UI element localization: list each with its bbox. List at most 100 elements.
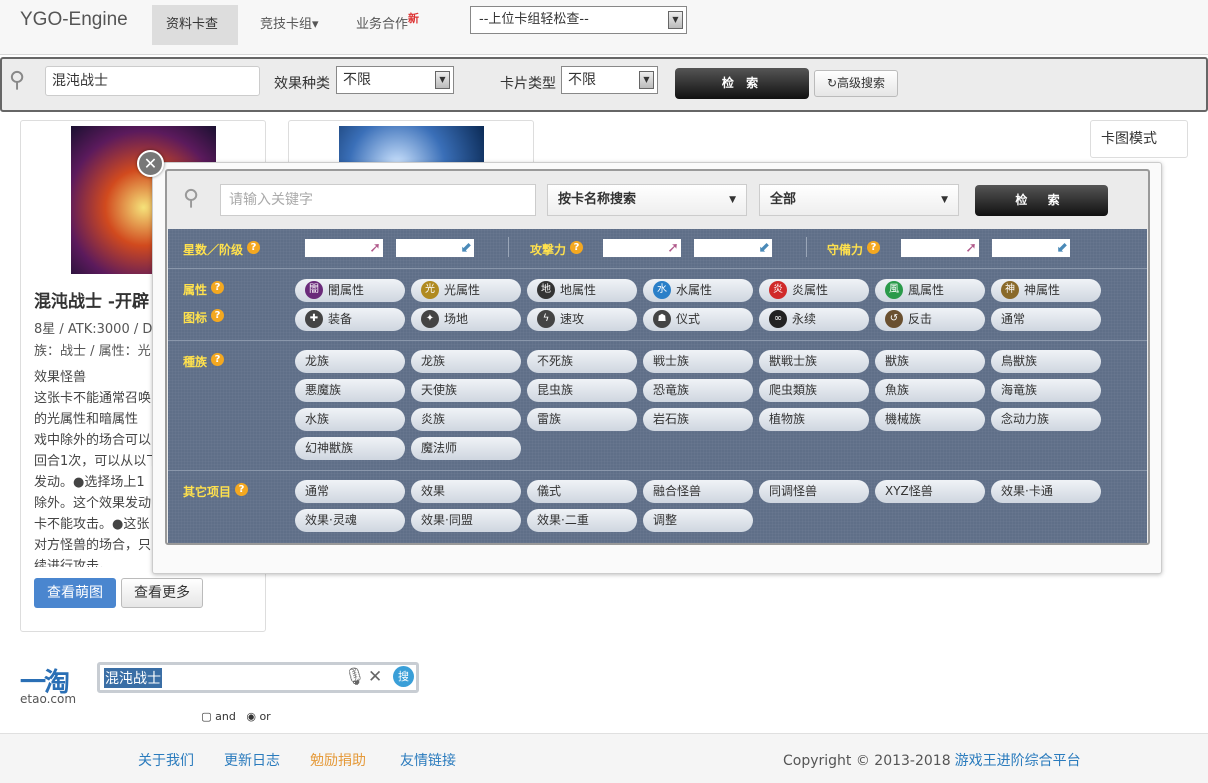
arrow-up-right-icon: ➚ (369, 240, 381, 256)
help-icon[interactable]: ? (570, 241, 584, 254)
filter-option[interactable]: 悪魔族 (295, 379, 405, 402)
view-more-button[interactable]: 查看更多 (121, 578, 203, 608)
filter-option[interactable]: 海竜族 (991, 379, 1101, 402)
filter-option[interactable]: 念动力族 (991, 408, 1101, 431)
filter-option[interactable]: 通常 (295, 480, 405, 503)
filter-option[interactable]: XYZ怪兽 (875, 480, 985, 503)
filter-option[interactable]: 獣族 (875, 350, 985, 373)
filter-option[interactable]: 恐竜族 (643, 379, 753, 402)
help-icon[interactable]: ? (247, 241, 261, 254)
filter-option[interactable]: ✦ 场地 (411, 308, 521, 331)
help-icon[interactable]: ? (211, 309, 225, 322)
microphone-icon[interactable]: 🎙 (344, 667, 366, 687)
filter-option[interactable]: 爬虫類族 (759, 379, 869, 402)
footer-link-about[interactable]: 关于我们 (138, 750, 194, 770)
filter-option[interactable]: ☗ 仪式 (643, 308, 753, 331)
help-icon[interactable]: ? (235, 483, 249, 496)
filter-option[interactable]: 光光属性 (411, 279, 521, 302)
filter-option[interactable]: 機械族 (875, 408, 985, 431)
filter-option[interactable]: 调整 (643, 509, 753, 532)
filter-option[interactable]: 炎族 (411, 408, 521, 431)
filter-option[interactable]: 龙族 (295, 350, 405, 373)
level-max-input[interactable]: ⬋ (396, 239, 474, 257)
search-button[interactable]: 检 索 (675, 68, 809, 99)
and-radio[interactable]: ▢ (201, 710, 215, 723)
filter-option[interactable]: 效果·二重 (527, 509, 637, 532)
filter-option[interactable]: 神神属性 (991, 279, 1101, 302)
filter-option[interactable]: 不死族 (527, 350, 637, 373)
view-art-button[interactable]: 查看萌图 (34, 578, 116, 608)
or-radio[interactable]: ◉ (239, 710, 259, 723)
search-mode-select[interactable]: 按卡名称搜索 ▼ (547, 184, 747, 216)
filter-option[interactable]: 植物族 (759, 408, 869, 431)
filter-option[interactable]: 幻神獣族 (295, 437, 405, 460)
filter-option[interactable]: ✚ 装备 (295, 308, 405, 331)
filter-option[interactable]: ↺ 反击 (875, 308, 985, 331)
etao-query[interactable]: 混沌战士 (104, 668, 162, 688)
atk-max-input[interactable]: ⬋ (694, 239, 772, 257)
filter-option[interactable]: 效果·灵魂 (295, 509, 405, 532)
filter-option[interactable]: 魚族 (875, 379, 985, 402)
search-icon: ⚲ (9, 68, 26, 93)
filter-option-label: 念动力族 (1001, 412, 1050, 426)
site-name-link[interactable]: 游戏王进阶综合平台 (955, 753, 1081, 769)
filter-option[interactable]: 通常 (991, 308, 1101, 331)
clear-icon[interactable]: ✕ (368, 667, 382, 687)
filter-option[interactable]: 龙族 (411, 350, 521, 373)
atk-min-input[interactable]: ➚ (603, 239, 681, 257)
card-name[interactable]: 混沌战士 -开辟 (34, 287, 164, 312)
deck-select[interactable]: --上位卡组轻松查-- ▼ (470, 6, 687, 34)
advanced-search-submit[interactable]: 检 索 (975, 185, 1108, 216)
filter-option[interactable]: 效果·同盟 (411, 509, 521, 532)
keyword-input[interactable]: 请输入关键字 (220, 184, 536, 216)
view-mode-toggle[interactable]: 卡图模式 (1090, 120, 1188, 158)
filter-option[interactable]: 風風属性 (875, 279, 985, 302)
filter-option[interactable]: ϟ 速攻 (527, 308, 637, 331)
filter-option[interactable]: 地地属性 (527, 279, 637, 302)
card-type-select[interactable]: 不限 ▼ (561, 66, 658, 94)
filter-option[interactable]: 戦士族 (643, 350, 753, 373)
filter-option-label: 植物族 (769, 412, 806, 426)
filter-option[interactable]: 儀式 (527, 480, 637, 503)
filter-option[interactable]: 岩石族 (643, 408, 753, 431)
nav-competitive-decks[interactable]: 竞技卡组▾ (246, 5, 333, 45)
help-icon[interactable]: ? (867, 241, 881, 254)
filter-option[interactable]: 水族 (295, 408, 405, 431)
help-icon[interactable]: ? (211, 353, 225, 366)
effect-type-select[interactable]: 不限 ▼ (336, 66, 454, 94)
filter-option[interactable]: 效果 (411, 480, 521, 503)
etao-search-button[interactable]: 搜 (393, 666, 414, 687)
filter-option[interactable]: 同调怪兽 (759, 480, 869, 503)
help-icon[interactable]: ? (211, 281, 225, 294)
card-text-line: 这张卡不能通常召唤 (34, 391, 152, 406)
footer-link-friends[interactable]: 友情链接 (400, 750, 456, 770)
nav-business[interactable]: 业务合作新 (342, 5, 433, 45)
footer-link-changelog[interactable]: 更新日志 (224, 750, 280, 770)
def-max-input[interactable]: ⬋ (992, 239, 1070, 257)
close-icon[interactable]: ✕ (137, 150, 164, 177)
filter-option[interactable]: 天使族 (411, 379, 521, 402)
filter-option[interactable]: 融合怪兽 (643, 480, 753, 503)
brand-logo[interactable]: YGO-Engine (20, 9, 128, 31)
divider (508, 237, 509, 257)
filter-option-label: 地属性 (560, 283, 597, 297)
filter-option[interactable]: 魔法师 (411, 437, 521, 460)
scope-select[interactable]: 全部 ▼ (759, 184, 959, 216)
etao-search-box[interactable]: 混沌战士 🎙 ✕ 搜 (97, 662, 419, 693)
filter-option[interactable]: 鳥獣族 (991, 350, 1101, 373)
filter-option[interactable]: 昆虫族 (527, 379, 637, 402)
filter-option[interactable]: 效果·卡通 (991, 480, 1101, 503)
filter-option[interactable]: 水水属性 (643, 279, 753, 302)
footer-link-donate[interactable]: 勉励捐助 (310, 750, 366, 770)
filter-option[interactable]: 炎炎属性 (759, 279, 869, 302)
filter-option[interactable]: 闇闇属性 (295, 279, 405, 302)
nav-card-search[interactable]: 资料卡查 (152, 5, 238, 45)
def-min-input[interactable]: ➚ (901, 239, 979, 257)
filter-option[interactable]: 獣戦士族 (759, 350, 869, 373)
level-min-input[interactable]: ➚ (305, 239, 383, 257)
advanced-search-button[interactable]: ↻高级搜索 (814, 70, 898, 97)
card-image[interactable] (339, 126, 484, 166)
filter-option[interactable]: ∞ 永续 (759, 308, 869, 331)
filter-option[interactable]: 雷族 (527, 408, 637, 431)
search-input[interactable]: 混沌战士 (45, 66, 260, 96)
